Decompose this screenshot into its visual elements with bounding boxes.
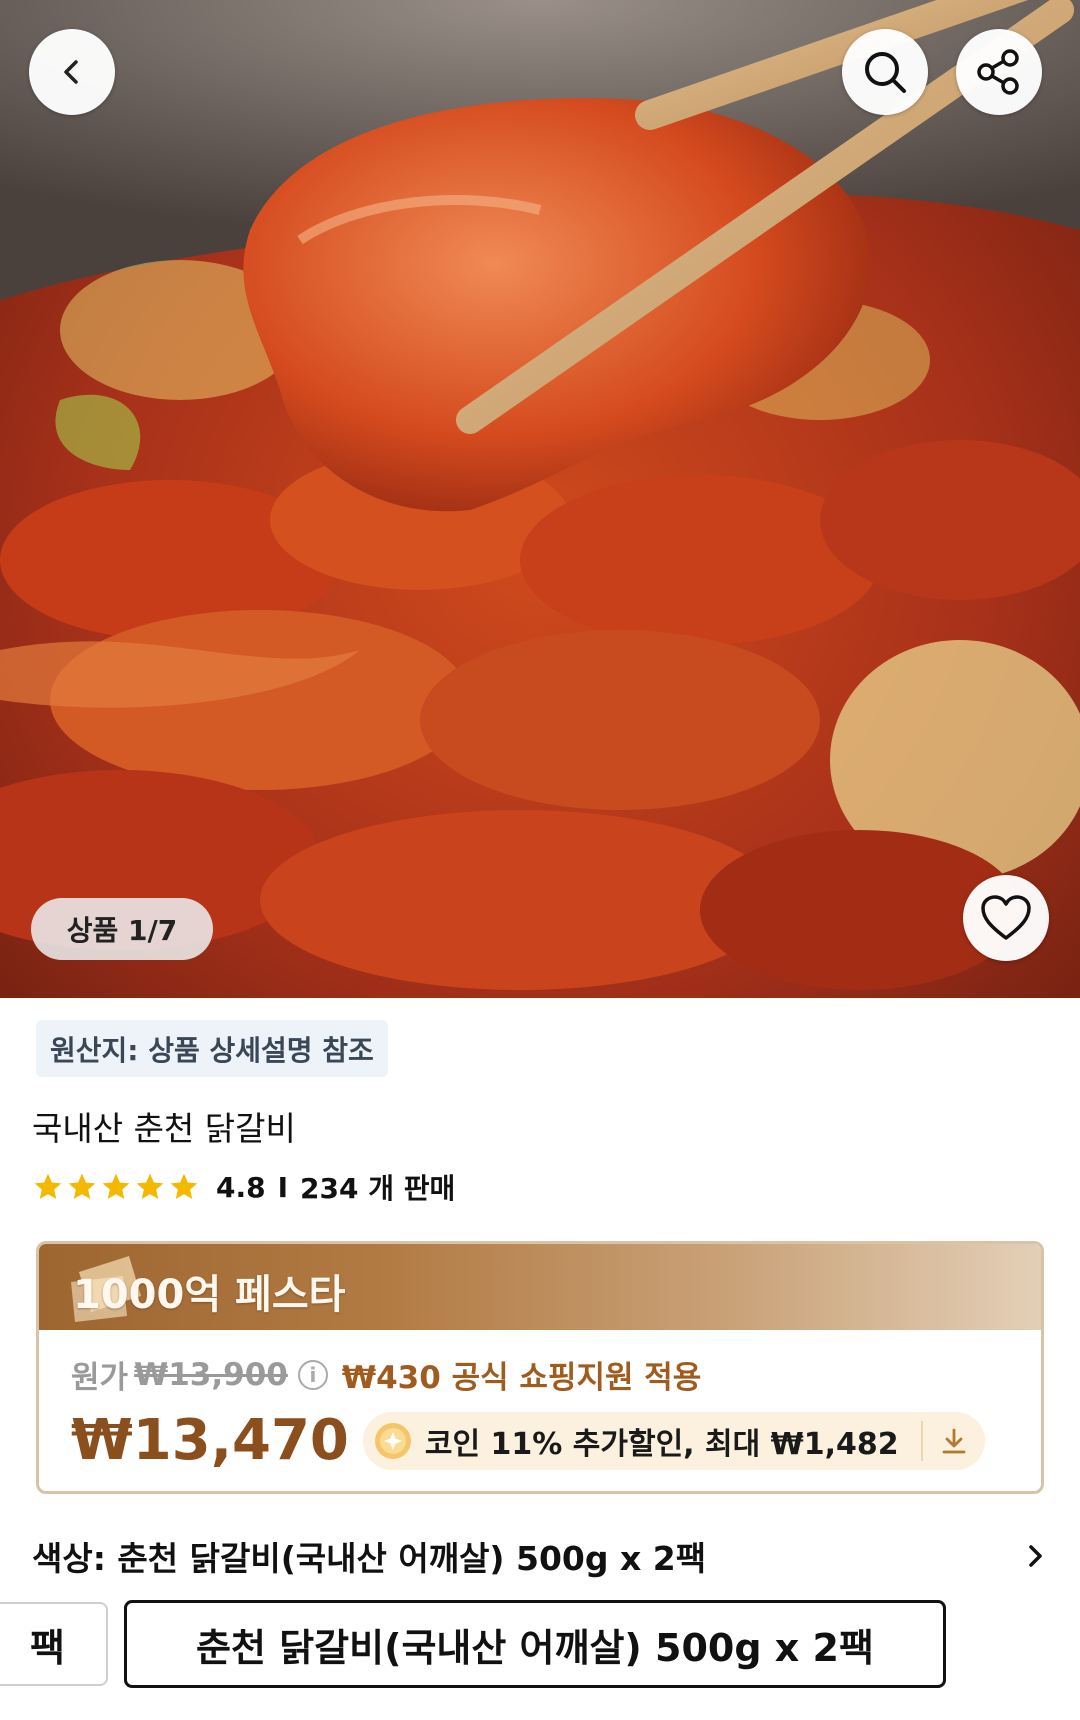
rating-row[interactable]: 4.8 I 234 개 판매	[32, 1168, 455, 1206]
sale-price: ₩13,470	[71, 1408, 349, 1473]
star-icon	[34, 1173, 62, 1199]
coin-divider	[920, 1420, 923, 1461]
heart-icon	[981, 895, 1031, 940]
coin-discount-chip[interactable]: 코인 11% 추가할인, 최대 ₩1,482	[362, 1411, 985, 1470]
coin-icon	[374, 1422, 411, 1459]
original-price-label: 원가	[71, 1360, 129, 1396]
product-photo	[0, 0, 1080, 998]
download-coupon-button[interactable]	[939, 1426, 969, 1456]
back-button[interactable]	[29, 29, 115, 115]
option-selector-row[interactable]: 색상: 춘천 닭갈비(국내산 어깨살) 500g x 2팩	[32, 1532, 1048, 1580]
rating-value: 4.8	[216, 1170, 266, 1204]
option-chip[interactable]: 팩	[0, 1602, 108, 1686]
product-title: 국내산 춘천 닭갈비	[32, 1109, 296, 1148]
search-button[interactable]	[842, 29, 928, 115]
rating-separator: I	[277, 1170, 289, 1204]
promo-body: 원가 ₩13,900 i ₩430 공식 쇼핑지원 적용 ₩13,470 코인 …	[39, 1330, 1041, 1491]
star-icon	[102, 1173, 130, 1199]
rating-stars	[32, 1171, 200, 1203]
option-expand-button[interactable]	[1024, 1541, 1048, 1571]
option-label: 색상: 춘천 닭갈비(국내산 어깨살) 500g x 2팩	[32, 1539, 707, 1578]
photo-counter: 상품 1/7	[31, 898, 213, 960]
promo-title: 1000억 페스타	[73, 1272, 346, 1318]
share-button[interactable]	[956, 29, 1042, 115]
star-icon	[68, 1173, 96, 1199]
star-icon	[136, 1173, 164, 1199]
search-icon	[865, 52, 906, 93]
coin-discount-text: 코인 11% 추가할인, 최대 ₩1,482	[424, 1426, 899, 1462]
info-icon[interactable]: i	[297, 1359, 328, 1390]
promo-price-box: 1000억 페스타 원가 ₩13,900 i ₩430 공식 쇼핑지원 적용 ₩…	[36, 1241, 1044, 1494]
download-icon	[942, 1428, 966, 1453]
option-chip-selected[interactable]: 춘천 닭갈비(국내산 어깨살) 500g x 2팩	[124, 1600, 946, 1688]
product-image-carousel[interactable]: 상품 1/7	[0, 0, 1080, 998]
sale-price-row: ₩13,470 코인 11% 추가할인, 최대 ₩1,482	[71, 1408, 985, 1473]
share-icon	[977, 49, 1019, 95]
promo-header: 1000억 페스타	[39, 1244, 1041, 1330]
wishlist-button[interactable]	[963, 875, 1049, 961]
original-price: ₩13,900	[134, 1356, 288, 1393]
chevron-left-icon	[64, 60, 78, 84]
shopping-support-text: ₩430 공식 쇼핑지원 적용	[341, 1360, 702, 1396]
sold-count: 234 개 판매	[300, 1172, 456, 1205]
origin-badge: 원산지: 상품 상세설명 참조	[36, 1020, 388, 1077]
chevron-right-icon	[1029, 1545, 1042, 1567]
star-icon	[170, 1173, 198, 1199]
original-price-row: 원가 ₩13,900 i ₩430 공식 쇼핑지원 적용	[71, 1352, 701, 1397]
